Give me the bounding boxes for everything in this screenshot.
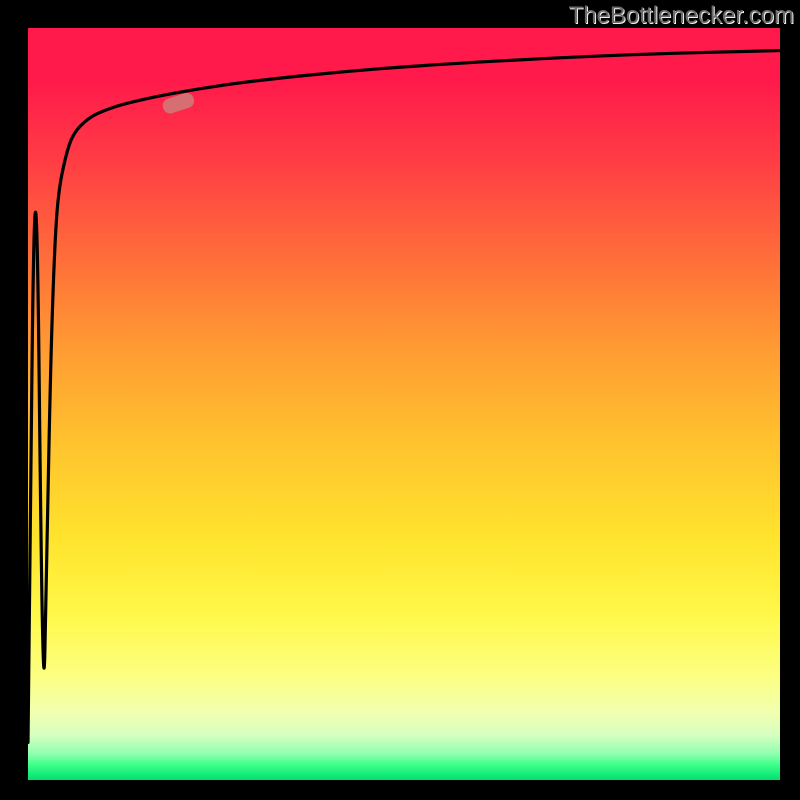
chart-frame: TheBottlenecker.com [0,0,800,800]
curve-layer [28,28,780,780]
attribution-text: TheBottlenecker.com [569,2,794,30]
plot-area [28,28,780,780]
bottleneck-curve [28,51,780,743]
